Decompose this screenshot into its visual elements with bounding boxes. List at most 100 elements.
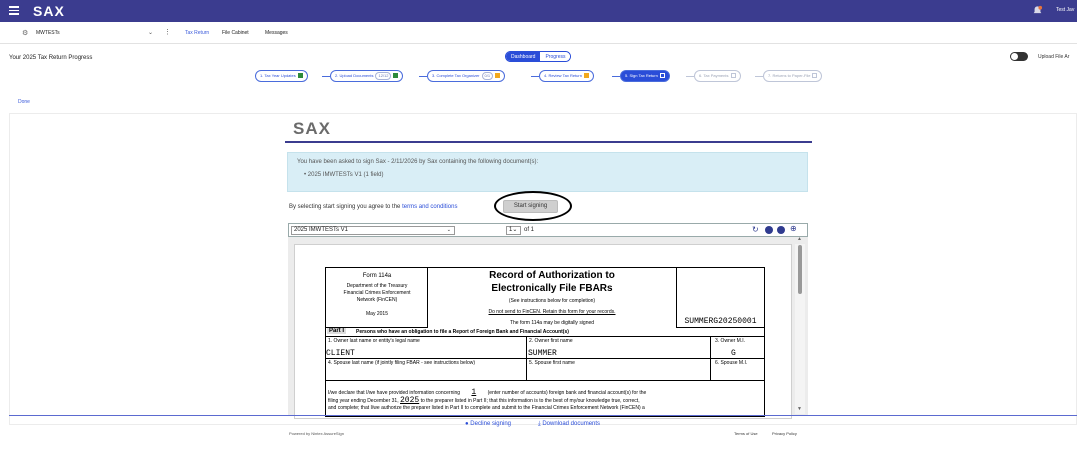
form-code: SUMMERG20250001 bbox=[684, 317, 757, 326]
step-count: 0/1 bbox=[481, 72, 494, 80]
current-step-icon bbox=[659, 73, 665, 79]
field-2-label: 2. Owner first name bbox=[529, 338, 573, 344]
download-icon[interactable]: ⊕ bbox=[790, 224, 797, 233]
decl2a: filing year ending December 31, bbox=[328, 398, 399, 404]
form-title-line1: Record of Authorization to bbox=[489, 270, 615, 281]
document-select-value: 2025 IMWTESTs V1 bbox=[294, 227, 349, 233]
step-returns-to-paper-file[interactable]: 7. Returns to Paper-File bbox=[763, 70, 823, 82]
user-name[interactable]: Test Jav bbox=[1056, 7, 1074, 13]
divider bbox=[285, 141, 812, 143]
sax-logo: SAX bbox=[293, 119, 331, 138]
agreement-text: By selecting start signing you agree to … bbox=[289, 204, 457, 210]
rotate-icon[interactable]: ↻ bbox=[752, 225, 759, 234]
step-review-tax-return[interactable]: 4. Review Tax Return bbox=[539, 70, 594, 82]
chevron-down-icon: ⌄ bbox=[446, 227, 451, 233]
complete-icon bbox=[393, 73, 399, 79]
step-sign-tax-return[interactable]: 5. Sign Tax Return bbox=[620, 70, 670, 82]
page-count: of 1 bbox=[524, 227, 535, 233]
step-tax-year-updates[interactable]: 1. Tax Year Updates bbox=[255, 70, 308, 82]
download-icon: ⤓ bbox=[538, 421, 541, 427]
in-progress-icon bbox=[495, 73, 501, 79]
bell-icon[interactable] bbox=[1032, 5, 1043, 16]
tab-tax-return[interactable]: Tax Return bbox=[185, 30, 209, 36]
form-title-line2: Electronically File FBARs bbox=[491, 283, 613, 294]
menu-icon[interactable] bbox=[9, 6, 19, 15]
step-tax-payments[interactable]: 6. Tax Payments bbox=[694, 70, 741, 82]
owner-mi: G bbox=[731, 349, 736, 358]
scroll-down-icon[interactable]: ▼ bbox=[797, 406, 802, 412]
form-digital-note: The form 114a may be digitally signed bbox=[509, 320, 595, 326]
document-select[interactable]: 2025 IMWTESTs V1 ⌄ bbox=[291, 226, 455, 235]
zoom-out-icon[interactable] bbox=[765, 226, 773, 234]
field-3-label: 3. Owner M.I. bbox=[715, 338, 746, 344]
form-do-not-send: Do not send to FinCEN. Retain this form … bbox=[488, 309, 616, 315]
step-count: 12/12 bbox=[375, 72, 392, 80]
download-label: Download documents bbox=[542, 421, 601, 427]
progress-button[interactable]: Progress bbox=[540, 52, 571, 61]
not-started-icon bbox=[730, 73, 736, 79]
privacy-policy-link[interactable]: Privacy Policy bbox=[772, 431, 797, 436]
form-number: Form 114a bbox=[362, 273, 392, 279]
tab-file-cabinet[interactable]: File Cabinet bbox=[222, 30, 249, 36]
client-bar bbox=[0, 22, 1077, 44]
scroll-up-icon[interactable]: ▲ bbox=[797, 236, 802, 242]
complete-icon bbox=[297, 73, 303, 79]
decline-signing-button[interactable]: ● Decline signing bbox=[465, 421, 511, 427]
form-dept: Department of the Treasury bbox=[346, 283, 408, 289]
download-documents-button[interactable]: ⤓ Download documents bbox=[538, 421, 600, 428]
step-complete-tax-organizer[interactable]: 3. Complete Tax Organizer 0/1 bbox=[427, 70, 506, 82]
step-label: 1. Tax Year Updates bbox=[260, 73, 296, 78]
in-progress-icon bbox=[583, 73, 589, 79]
owner-first-name: SUMMER bbox=[528, 349, 557, 358]
done-link[interactable]: Done bbox=[18, 99, 30, 105]
owner-last-name: CLIENT bbox=[326, 349, 355, 358]
dashboard-button[interactable]: Dashboard bbox=[506, 52, 541, 61]
part1-label: Part I bbox=[327, 328, 347, 334]
notice-text: You have been asked to sign Sax - 2/11/2… bbox=[297, 159, 539, 165]
form-network: Network (FinCEN) bbox=[356, 297, 398, 303]
gear-icon[interactable]: ⚙ bbox=[22, 29, 28, 37]
step-label: 2. Upload Documents bbox=[335, 73, 374, 78]
form-instructions: (See instructions below for completion) bbox=[508, 298, 596, 304]
field-6-label: 6. Spouse M.I. bbox=[715, 360, 748, 366]
decl2b: to the preparer listed in Part II; that … bbox=[420, 398, 640, 404]
app-header bbox=[0, 0, 1077, 22]
step-label: 5. Sign Tax Return bbox=[625, 73, 658, 78]
page-title: Your 2025 Tax Return Progress bbox=[9, 55, 93, 61]
declaration-line3: and complete; that I/we authorize the pr… bbox=[328, 405, 645, 411]
page-select-value: 1 bbox=[509, 227, 513, 233]
scrollbar-thumb[interactable] bbox=[798, 245, 802, 294]
more-options-icon[interactable]: ⋮ bbox=[164, 28, 171, 36]
field-4-label: 4. Spouse last name (if jointly filing F… bbox=[328, 360, 476, 366]
part1-heading: Persons who have an obligation to file a… bbox=[356, 329, 569, 335]
client-selector[interactable]: MWTESTs bbox=[36, 30, 60, 36]
chevron-down-icon[interactable]: ⌄ bbox=[148, 29, 153, 36]
form-114a: Form 114a Department of the Treasury Fin… bbox=[325, 267, 765, 417]
decline-icon: ● bbox=[465, 421, 469, 427]
declaration-line2: filing year ending December 31, 2025 to … bbox=[328, 396, 640, 405]
tab-messages[interactable]: Messages bbox=[265, 30, 288, 36]
form-date: May 2015 bbox=[366, 311, 388, 317]
decline-label: Decline signing bbox=[470, 421, 511, 427]
app-logo: SAX bbox=[33, 3, 65, 19]
step-label: 7. Returns to Paper-File bbox=[768, 73, 811, 78]
step-upload-documents[interactable]: 2. Upload Documents 12/12 bbox=[330, 70, 404, 82]
field-1-label: 1. Owner last name or entity's legal nam… bbox=[328, 338, 420, 344]
terms-of-use-link[interactable]: Terms of Use bbox=[734, 431, 758, 436]
upload-toggle[interactable] bbox=[1010, 52, 1028, 61]
upload-toggle-label: Upload File Ar bbox=[1038, 54, 1070, 60]
form-agency: Financial Crimes Enforcement bbox=[343, 290, 411, 296]
zoom-in-icon[interactable] bbox=[777, 226, 785, 234]
document-name: 2025 IMWTESTs V1 (1 field) bbox=[307, 172, 384, 178]
step-label: 3. Complete Tax Organizer bbox=[432, 73, 480, 78]
filing-year: 2025 bbox=[400, 396, 420, 405]
powered-by: Powered by Nintex AssureSign bbox=[289, 431, 344, 436]
step-label: 6. Tax Payments bbox=[699, 73, 729, 78]
document-list-item: • 2025 IMWTESTs V1 (1 field) bbox=[304, 172, 384, 178]
terms-link[interactable]: terms and conditions bbox=[402, 204, 457, 210]
view-switch: Dashboard Progress bbox=[505, 51, 572, 62]
agreement-prefix: By selecting start signing you agree to … bbox=[289, 204, 401, 210]
step-label: 4. Review Tax Return bbox=[544, 73, 582, 78]
page-select[interactable]: 1⌄ bbox=[506, 226, 521, 235]
not-started-icon bbox=[812, 73, 818, 79]
